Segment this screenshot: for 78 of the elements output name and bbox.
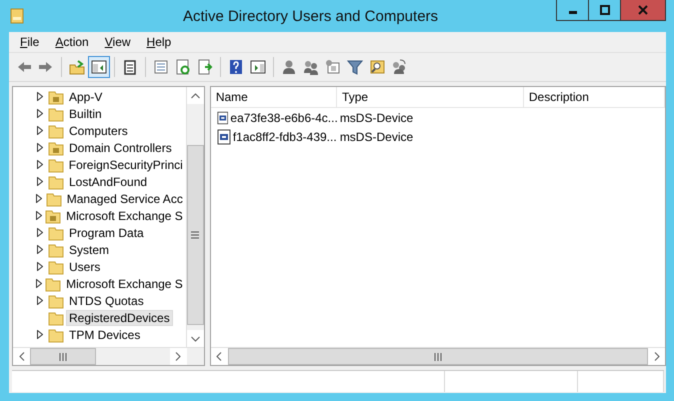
tree-item[interactable]: TPM Devices (66, 326, 144, 342)
maximize-icon (600, 5, 610, 15)
horizontal-scrollbar[interactable] (210, 347, 665, 365)
grip-icon (434, 352, 442, 360)
tree-item[interactable]: Domain Controllers (66, 140, 175, 156)
back-icon (16, 59, 32, 75)
menu-item[interactable]: View (96, 35, 139, 49)
ou-folder-icon (45, 208, 62, 224)
folder-icon (48, 156, 64, 172)
device-icon (216, 110, 228, 126)
scroll-up-icon (190, 92, 200, 98)
folder-icon (48, 292, 64, 308)
folder-icon (45, 276, 62, 292)
scroll-right-icon (654, 352, 660, 361)
device-icon (216, 128, 231, 144)
horizontal-scrollbar[interactable] (13, 347, 204, 365)
folder-icon (48, 122, 64, 138)
folder-icon (48, 106, 64, 122)
tree-item[interactable]: RegisteredDevices (66, 310, 173, 326)
menu-item[interactable]: Help (138, 35, 180, 49)
tree-item[interactable]: Microsoft Exchange S (63, 276, 186, 292)
ou-folder-icon (48, 88, 64, 104)
users-icon (303, 59, 319, 75)
tree-item[interactable]: Managed Service Acc (64, 190, 186, 206)
folder-icon (48, 224, 64, 240)
folder-icon (48, 174, 64, 190)
close-icon (638, 5, 648, 15)
vertical-scrollbar[interactable] (186, 87, 204, 347)
scroll-left-icon (18, 352, 24, 361)
tree-item[interactable]: Users (66, 258, 104, 274)
tree-item[interactable]: Program Data (66, 224, 147, 240)
close-button[interactable] (620, 0, 666, 21)
folder-icon (48, 242, 64, 258)
folder-up-icon (69, 59, 85, 75)
tree-item[interactable]: System (66, 242, 112, 258)
column-header[interactable]: Type (337, 87, 524, 107)
user-icon (281, 59, 297, 75)
grip-icon (191, 231, 200, 239)
column-header[interactable]: Description (524, 87, 665, 107)
folder-icon (48, 310, 64, 326)
export-icon (197, 59, 213, 75)
tree-item[interactable]: NTDS Quotas (66, 292, 147, 308)
pane-toggle-icon (91, 59, 107, 75)
find-icon (369, 59, 385, 75)
panel-icon (250, 59, 266, 75)
users-icon (391, 59, 407, 75)
ou-folder-icon (48, 140, 64, 156)
table-cell-text: msDS-Device (338, 130, 414, 144)
minimize-button[interactable] (556, 0, 589, 21)
tree-item[interactable]: LostAndFound (66, 174, 150, 190)
column-header[interactable]: Name (210, 87, 338, 107)
menu-item[interactable]: File (12, 35, 48, 49)
forward-icon (38, 59, 54, 75)
menu-item[interactable]: Action (47, 35, 97, 49)
tree-item[interactable]: Computers (66, 122, 131, 138)
folder-icon (48, 258, 64, 274)
scroll-down-icon (190, 336, 200, 342)
filter-icon (347, 59, 363, 75)
properties-icon (153, 59, 169, 75)
tree-item[interactable]: Builtin (66, 106, 105, 122)
tree-item[interactable]: Microsoft Exchange S (63, 208, 186, 224)
folder-icon (46, 190, 62, 206)
table-cell: ea73fe38-e6b6-4c... (230, 110, 338, 124)
app-icon (9, 8, 25, 24)
help-icon (228, 59, 244, 75)
tree-item[interactable]: ForeignSecurityPrinci (66, 156, 186, 172)
window-title: Active Directory Users and Computers (182, 8, 440, 24)
refresh-icon (175, 59, 191, 75)
toolbar-button[interactable] (88, 56, 110, 78)
scroll-right-icon (175, 352, 182, 361)
table-cell: f1ac8ff2-fdb3-439... (232, 130, 337, 144)
folder-icon (48, 326, 64, 342)
clipboard-icon (122, 59, 138, 75)
scroll-left-icon (216, 352, 222, 361)
table-cell-text: msDS-Device (338, 110, 414, 124)
grip-icon (59, 352, 67, 360)
tree-item[interactable]: App-V (66, 88, 106, 104)
container-icon (325, 59, 341, 75)
